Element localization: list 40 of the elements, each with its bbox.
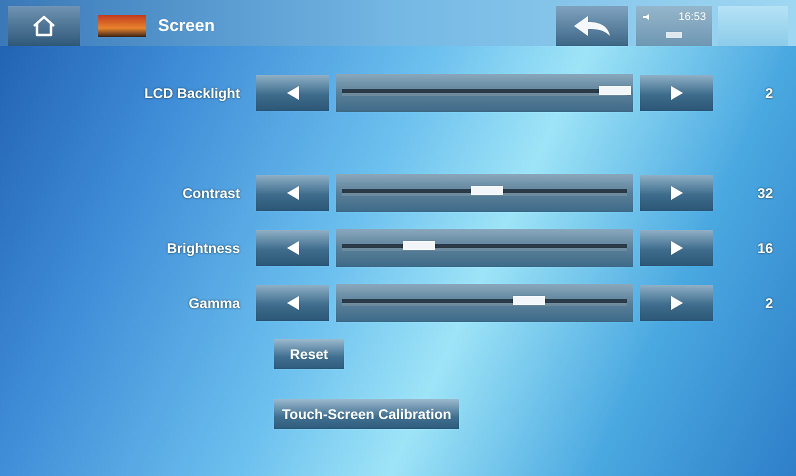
slider-thumb[interactable] xyxy=(403,241,436,250)
slider-thumb[interactable] xyxy=(471,186,504,195)
right-triangle-icon xyxy=(670,240,684,256)
decrease-button[interactable] xyxy=(256,75,329,111)
back-arrow-icon xyxy=(572,14,612,38)
increase-button[interactable] xyxy=(640,75,713,111)
right-triangle-icon xyxy=(670,85,684,101)
left-triangle-icon xyxy=(286,240,300,256)
battery-icon xyxy=(666,32,682,38)
decrease-button[interactable] xyxy=(256,230,329,266)
decrease-button[interactable] xyxy=(256,285,329,321)
setting-value: 16 xyxy=(756,240,773,256)
slider-thumb[interactable] xyxy=(513,296,546,305)
speaker-icon xyxy=(642,13,652,21)
setting-value: 2 xyxy=(764,295,773,311)
increase-button[interactable] xyxy=(640,175,713,211)
setting-label: Brightness xyxy=(166,240,241,256)
setting-value: 32 xyxy=(756,185,773,201)
home-icon xyxy=(31,14,57,38)
action-button[interactable]: Touch-Screen Calibration xyxy=(274,399,460,429)
setting-label: Contrast xyxy=(181,185,241,201)
increase-button[interactable] xyxy=(640,230,713,266)
left-triangle-icon xyxy=(286,295,300,311)
right-triangle-icon xyxy=(670,295,684,311)
setting-label: Gamma xyxy=(188,295,242,311)
home-button[interactable] xyxy=(8,6,80,46)
left-triangle-icon xyxy=(286,85,300,101)
right-triangle-icon xyxy=(670,185,684,201)
window-title: Screen xyxy=(158,16,215,36)
increase-button[interactable] xyxy=(640,285,713,321)
slider-thumb[interactable] xyxy=(599,86,632,95)
setting-value: 2 xyxy=(764,85,773,101)
status-panel-blank xyxy=(718,6,788,46)
screen-thumbnail-icon xyxy=(98,15,146,37)
decrease-button[interactable] xyxy=(256,175,329,211)
back-button[interactable] xyxy=(556,6,628,46)
setting-label: LCD Backlight xyxy=(143,85,241,101)
action-button[interactable]: Reset xyxy=(274,339,344,369)
left-triangle-icon xyxy=(286,185,300,201)
clock-time: 16:53 xyxy=(677,11,706,23)
